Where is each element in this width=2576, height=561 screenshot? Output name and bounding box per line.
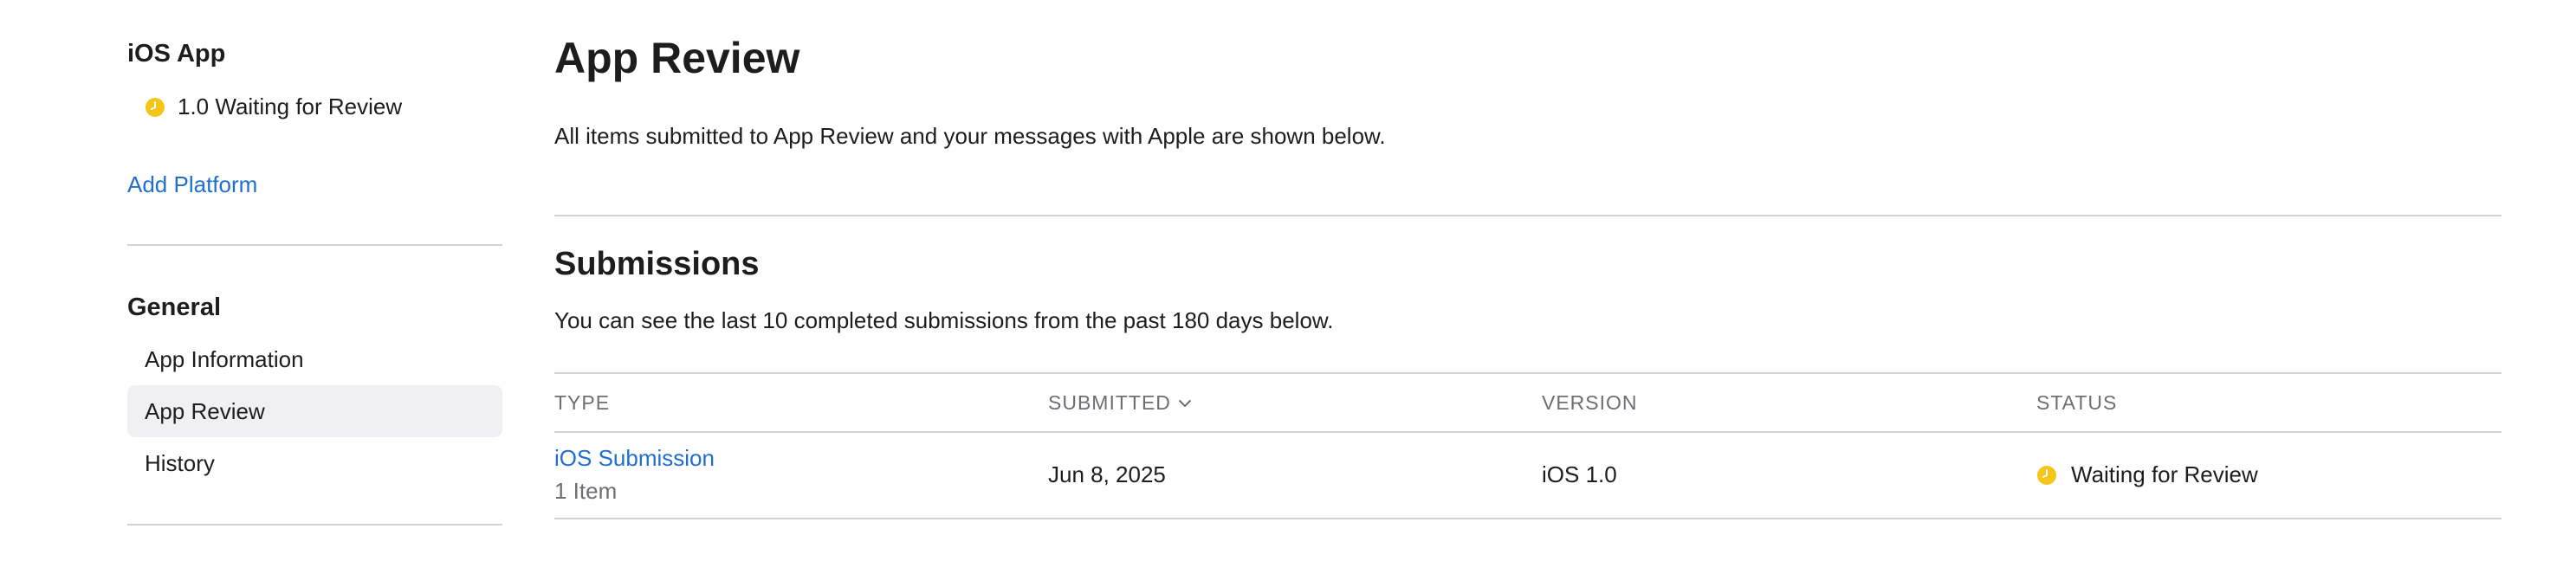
app-store-connect-page: iOS App 1.0 Waiting for Review Add Platf… [0, 0, 2576, 561]
column-header-version: VERSION [1542, 391, 1638, 414]
general-section-title: General [127, 293, 221, 321]
sidebar-item-app-information[interactable]: App Information [127, 333, 502, 385]
submission-status: Waiting for Review [2036, 461, 2258, 488]
sidebar-divider [127, 524, 502, 526]
sidebar: iOS App 1.0 Waiting for Review Add Platf… [127, 0, 502, 561]
platform-version-item[interactable]: 1.0 Waiting for Review [145, 94, 402, 120]
section-divider [554, 215, 2502, 216]
submission-date: Jun 8, 2025 [1048, 461, 1166, 487]
submissions-description: You can see the last 10 completed submis… [554, 307, 1334, 333]
clock-icon [2037, 465, 2056, 485]
page-description: All items submitted to App Review and yo… [554, 123, 1386, 149]
sidebar-item-app-review[interactable]: App Review [127, 385, 502, 437]
submission-item-count: 1 Item [554, 478, 618, 504]
sidebar-item-history[interactable]: History [127, 437, 502, 489]
table-row-border [554, 518, 2502, 519]
submission-version: iOS 1.0 [1542, 461, 1617, 487]
sidebar-item-label: History [145, 449, 215, 476]
chevron-down-icon [1178, 399, 1191, 407]
column-header-label: SUBMITTED [1048, 391, 1171, 414]
platform-title: iOS App [127, 40, 226, 68]
add-platform-link[interactable]: Add Platform [127, 171, 257, 198]
platform-version-label: 1.0 Waiting for Review [178, 94, 403, 119]
table-top-border [554, 372, 2502, 374]
status-label: Waiting for Review [2071, 461, 2258, 487]
main-content: App Review All items submitted to App Re… [554, 0, 2502, 561]
sidebar-item-label: App Review [145, 397, 265, 424]
column-header-status: STATUS [2036, 391, 2118, 414]
clock-icon [146, 97, 165, 117]
submission-type-link[interactable]: iOS Submission [554, 445, 715, 472]
page-title: App Review [554, 34, 800, 82]
sidebar-divider [127, 244, 502, 246]
column-header-submitted[interactable]: SUBMITTED [1048, 391, 1192, 415]
table-header-border [554, 431, 2502, 433]
submissions-title: Submissions [554, 246, 760, 282]
sidebar-item-label: App Information [145, 345, 304, 372]
column-header-type: TYPE [554, 391, 611, 414]
